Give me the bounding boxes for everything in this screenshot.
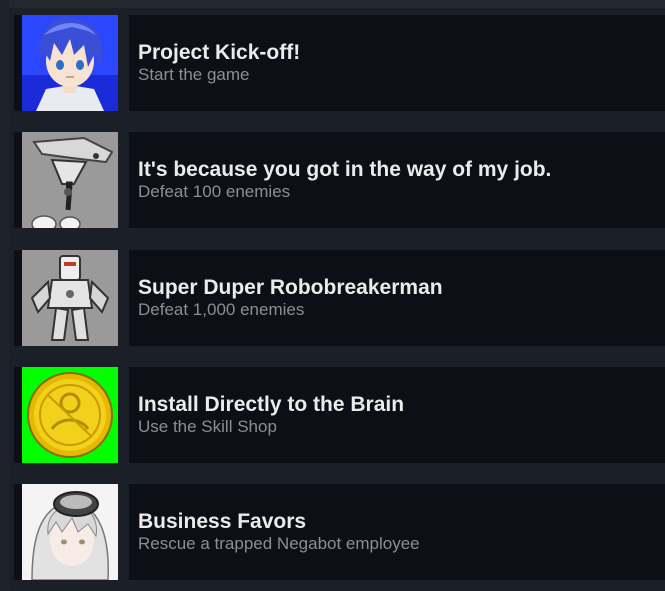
achievement-description: Defeat 100 enemies (138, 182, 291, 201)
achievement-title: Project Kick-off! (138, 41, 301, 64)
white-haired-character-icon (22, 484, 118, 580)
achievement-text: Project Kick-off! Start the game (138, 41, 655, 85)
achievement-text: Business Favors Rescue a trapped Negabot… (138, 510, 655, 554)
achievement-row[interactable]: Install Directly to the Brain Use the Sk… (14, 367, 665, 463)
achievement-row[interactable]: Super Duper Robobreakerman Defeat 1,000 … (14, 250, 665, 346)
blue-haired-character-icon (22, 15, 118, 111)
achievement-title: Install Directly to the Brain (138, 393, 405, 416)
robot-mech-icon (22, 250, 118, 346)
achievement-row[interactable]: Business Favors Rescue a trapped Negabot… (14, 484, 665, 580)
achievement-description: Defeat 1,000 enemies (138, 300, 305, 319)
achievement-row[interactable]: It's because you got in the way of my jo… (14, 132, 665, 228)
achievement-title: Business Favors (138, 510, 307, 533)
gold-coin-icon (22, 367, 118, 463)
robot-arm-icon (22, 132, 118, 228)
achievement-text: It's because you got in the way of my jo… (138, 158, 655, 202)
achievement-description: Use the Skill Shop (138, 417, 277, 436)
achievement-text: Super Duper Robobreakerman Defeat 1,000 … (138, 276, 655, 320)
achievement-text: Install Directly to the Brain Use the Sk… (138, 393, 655, 437)
achievement-title: It's because you got in the way of my jo… (138, 158, 552, 181)
achievement-row[interactable]: Project Kick-off! Start the game (14, 15, 665, 111)
achievement-description: Rescue a trapped Negabot employee (138, 534, 420, 553)
left-gutter (0, 0, 9, 591)
achievement-description: Start the game (138, 65, 250, 84)
top-divider (0, 0, 665, 8)
achievement-title: Super Duper Robobreakerman (138, 276, 443, 299)
achievement-list: Project Kick-off! Start the game It's be… (0, 0, 665, 591)
